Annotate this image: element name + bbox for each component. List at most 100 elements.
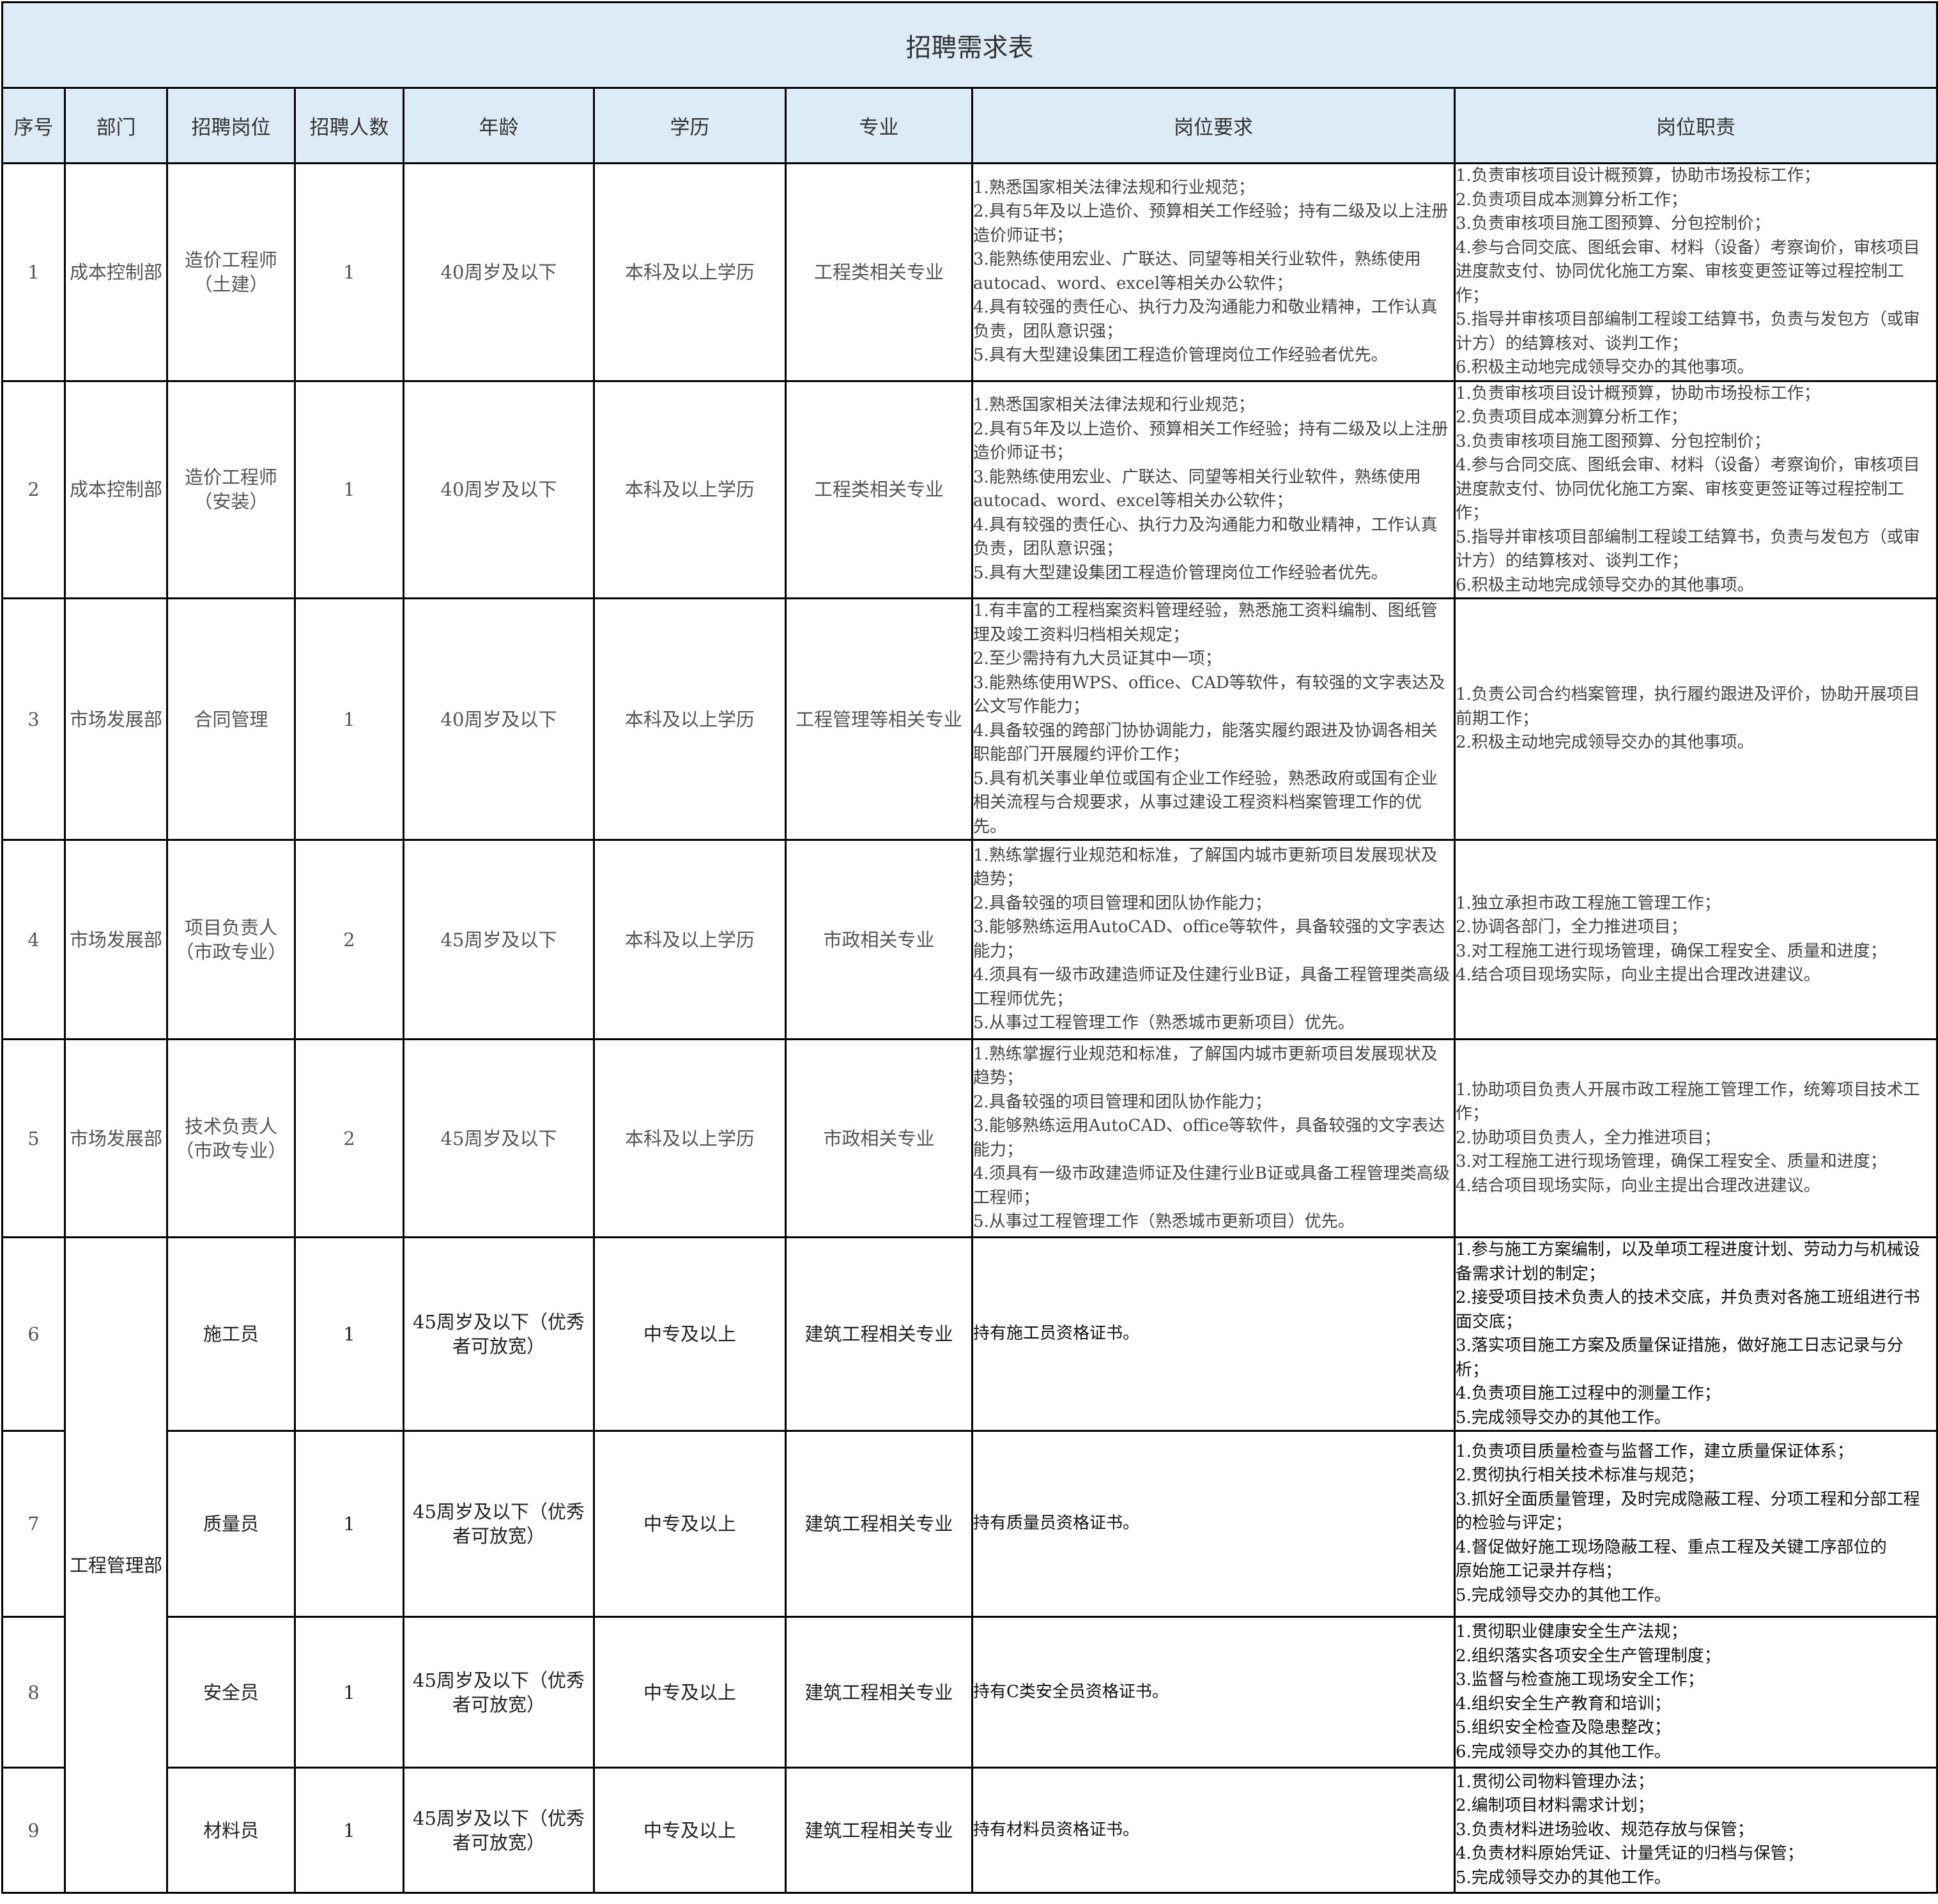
row-count: 1 — [294, 1430, 404, 1618]
row-major: 建筑工程相关专业 — [785, 1236, 973, 1432]
row-no: 7 — [1, 1430, 66, 1618]
row-edu: 本科及以上学历 — [593, 1038, 787, 1238]
row-age: 45周岁及以下 — [403, 839, 595, 1040]
row-dept: 成本控制部 — [64, 162, 168, 382]
row-major: 建筑工程相关专业 — [785, 1767, 973, 1894]
row-age: 45周岁及以下（优秀者可放宽） — [403, 1430, 595, 1618]
row-position: 造价工程师（安装） — [166, 380, 296, 599]
row-requirements: 1.熟悉国家相关法律法规和行业规范； 2.具有5年及以上造价、预算相关工作经验；… — [971, 162, 1456, 382]
row-count: 1 — [294, 1767, 404, 1894]
row-age: 45周岁及以下（优秀者可放宽） — [403, 1236, 595, 1432]
row-duties: 1.负责审核项目设计概预算，协助市场投标工作； 2.负责项目成本测算分析工作； … — [1453, 162, 1938, 382]
table-title: 招聘需求表 — [1, 1, 1938, 89]
row-dept: 市场发展部 — [64, 597, 168, 841]
row-no: 2 — [1, 380, 66, 599]
row-major: 市政相关专业 — [785, 839, 973, 1040]
row-edu: 中专及以上 — [593, 1616, 787, 1769]
recruitment-table: 招聘需求表 序号 部门 招聘岗位 招聘人数 年龄 学历 专业 岗位要求 岗位职责… — [1, 1, 1938, 1894]
row-duties: 1.负责审核项目设计概预算，协助市场投标工作； 2.负责项目成本测算分析工作； … — [1453, 380, 1938, 599]
row-dept: 市场发展部 — [64, 1038, 168, 1238]
row-age: 45周岁及以下（优秀者可放宽） — [403, 1616, 595, 1769]
row-major: 建筑工程相关专业 — [785, 1616, 973, 1769]
table-row: 8 安全员 1 45周岁及以下（优秀者可放宽） 中专及以上 建筑工程相关专业 持… — [1, 1616, 1938, 1769]
header-cell-count: 招聘人数 — [294, 87, 404, 164]
row-requirements: 1.有丰富的工程档案资料管理经验，熟悉施工资料编制、图纸管理及竣工资料归档相关规… — [971, 597, 1456, 841]
row-requirements: 1.熟练掌握行业规范和标准，了解国内城市更新项目发展现状及趋势； 2.具备较强的… — [971, 1038, 1456, 1238]
row-requirements: 1.熟悉国家相关法律法规和行业规范； 2.具有5年及以上造价、预算相关工作经验；… — [971, 380, 1456, 599]
row-count: 1 — [294, 1616, 404, 1769]
row-position: 技术负责人（市政专业） — [166, 1038, 296, 1238]
row-age: 45周岁及以下（优秀者可放宽） — [403, 1767, 595, 1894]
title-row: 招聘需求表 — [1, 1, 1938, 89]
row-no: 4 — [1, 839, 66, 1040]
row-age: 40周岁及以下 — [403, 597, 595, 841]
row-duties: 1.独立承担市政工程施工管理工作； 2.协调各部门，全力推进项目； 3.对工程施… — [1453, 839, 1938, 1040]
header-cell-age: 年龄 — [403, 87, 595, 164]
row-edu: 中专及以上 — [593, 1767, 787, 1894]
row-position: 安全员 — [166, 1616, 296, 1769]
row-no: 5 — [1, 1038, 66, 1238]
row-no: 9 — [1, 1767, 66, 1894]
row-duties: 1.负责公司合约档案管理，执行履约跟进及评价，协助开展项目前期工作； 2.积极主… — [1453, 597, 1938, 841]
row-edu: 本科及以上学历 — [593, 597, 787, 841]
row-duties: 1.协助项目负责人开展市政工程施工管理工作，统筹项目技术工作； 2.协助项目负责… — [1453, 1038, 1938, 1238]
row-requirements: 1.熟练掌握行业规范和标准，了解国内城市更新项目发展现状及趋势； 2.具备较强的… — [971, 839, 1456, 1040]
row-requirements: 持有材料员资格证书。 — [971, 1767, 1456, 1894]
row-major: 工程管理等相关专业 — [785, 597, 973, 841]
header-cell-requirements: 岗位要求 — [971, 87, 1456, 164]
row-position: 项目负责人（市政专业） — [166, 839, 296, 1040]
row-dept-merged: 工程管理部 — [64, 1236, 168, 1894]
row-position: 施工员 — [166, 1236, 296, 1432]
row-age: 45周岁及以下 — [403, 1038, 595, 1238]
table-row: 3 市场发展部 合同管理 1 40周岁及以下 本科及以上学历 工程管理等相关专业… — [1, 597, 1938, 841]
row-no: 6 — [1, 1236, 66, 1432]
row-duties: 1.贯彻职业健康安全生产法规； 2.组织落实各项安全生产管理制度； 3.监督与检… — [1453, 1616, 1938, 1769]
row-major: 建筑工程相关专业 — [785, 1430, 973, 1618]
row-duties: 1.参与施工方案编制，以及单项工程进度计划、劳动力与机械设备需求计划的制定； 2… — [1453, 1236, 1938, 1432]
table-row: 1 成本控制部 造价工程师（土建） 1 40周岁及以下 本科及以上学历 工程类相… — [1, 162, 1938, 382]
row-requirements: 持有施工员资格证书。 — [971, 1236, 1456, 1432]
row-count: 1 — [294, 597, 404, 841]
table-row: 5 市场发展部 技术负责人（市政专业） 2 45周岁及以下 本科及以上学历 市政… — [1, 1038, 1938, 1238]
row-dept: 市场发展部 — [64, 839, 168, 1040]
row-no: 8 — [1, 1616, 66, 1769]
row-position: 合同管理 — [166, 597, 296, 841]
header-row: 序号 部门 招聘岗位 招聘人数 年龄 学历 专业 岗位要求 岗位职责 — [1, 87, 1938, 164]
row-edu: 本科及以上学历 — [593, 162, 787, 382]
header-cell-position: 招聘岗位 — [166, 87, 296, 164]
row-no: 1 — [1, 162, 66, 382]
row-duties: 1.贯彻公司物料管理办法； 2.编制项目材料需求计划； 3.负责材料进场验收、规… — [1453, 1767, 1938, 1894]
table-row: 7 质量员 1 45周岁及以下（优秀者可放宽） 中专及以上 建筑工程相关专业 持… — [1, 1430, 1938, 1618]
table-row: 4 市场发展部 项目负责人（市政专业） 2 45周岁及以下 本科及以上学历 市政… — [1, 839, 1938, 1040]
row-age: 40周岁及以下 — [403, 162, 595, 382]
row-position: 质量员 — [166, 1430, 296, 1618]
header-cell-duties: 岗位职责 — [1453, 87, 1938, 164]
row-edu: 本科及以上学历 — [593, 380, 787, 599]
row-no: 3 — [1, 597, 66, 841]
table-row: 2 成本控制部 造价工程师（安装） 1 40周岁及以下 本科及以上学历 工程类相… — [1, 380, 1938, 599]
row-requirements: 持有质量员资格证书。 — [971, 1430, 1456, 1618]
row-position: 材料员 — [166, 1767, 296, 1894]
header-cell-dept: 部门 — [64, 87, 168, 164]
row-count: 1 — [294, 380, 404, 599]
row-duties: 1.负责项目质量检查与监督工作，建立质量保证体系； 2.贯彻执行相关技术标准与规… — [1453, 1430, 1938, 1618]
row-dept: 成本控制部 — [64, 380, 168, 599]
table-row: 9 材料员 1 45周岁及以下（优秀者可放宽） 中专及以上 建筑工程相关专业 持… — [1, 1767, 1938, 1894]
header-cell-major: 专业 — [785, 87, 973, 164]
row-major: 工程类相关专业 — [785, 162, 973, 382]
row-edu: 中专及以上 — [593, 1236, 787, 1432]
table-row: 6 工程管理部 施工员 1 45周岁及以下（优秀者可放宽） 中专及以上 建筑工程… — [1, 1236, 1938, 1894]
row-position: 造价工程师（土建） — [166, 162, 296, 382]
row-major: 工程类相关专业 — [785, 380, 973, 599]
row-count: 1 — [294, 1236, 404, 1432]
row-age: 40周岁及以下 — [403, 380, 595, 599]
header-cell-no: 序号 — [1, 87, 66, 164]
row-requirements: 持有C类安全员资格证书。 — [971, 1616, 1456, 1769]
row-count: 2 — [294, 1038, 404, 1238]
row-count: 2 — [294, 839, 404, 1040]
header-cell-edu: 学历 — [593, 87, 787, 164]
row-edu: 中专及以上 — [593, 1430, 787, 1618]
row-major: 市政相关专业 — [785, 1038, 973, 1238]
row-edu: 本科及以上学历 — [593, 839, 787, 1040]
row-count: 1 — [294, 162, 404, 382]
